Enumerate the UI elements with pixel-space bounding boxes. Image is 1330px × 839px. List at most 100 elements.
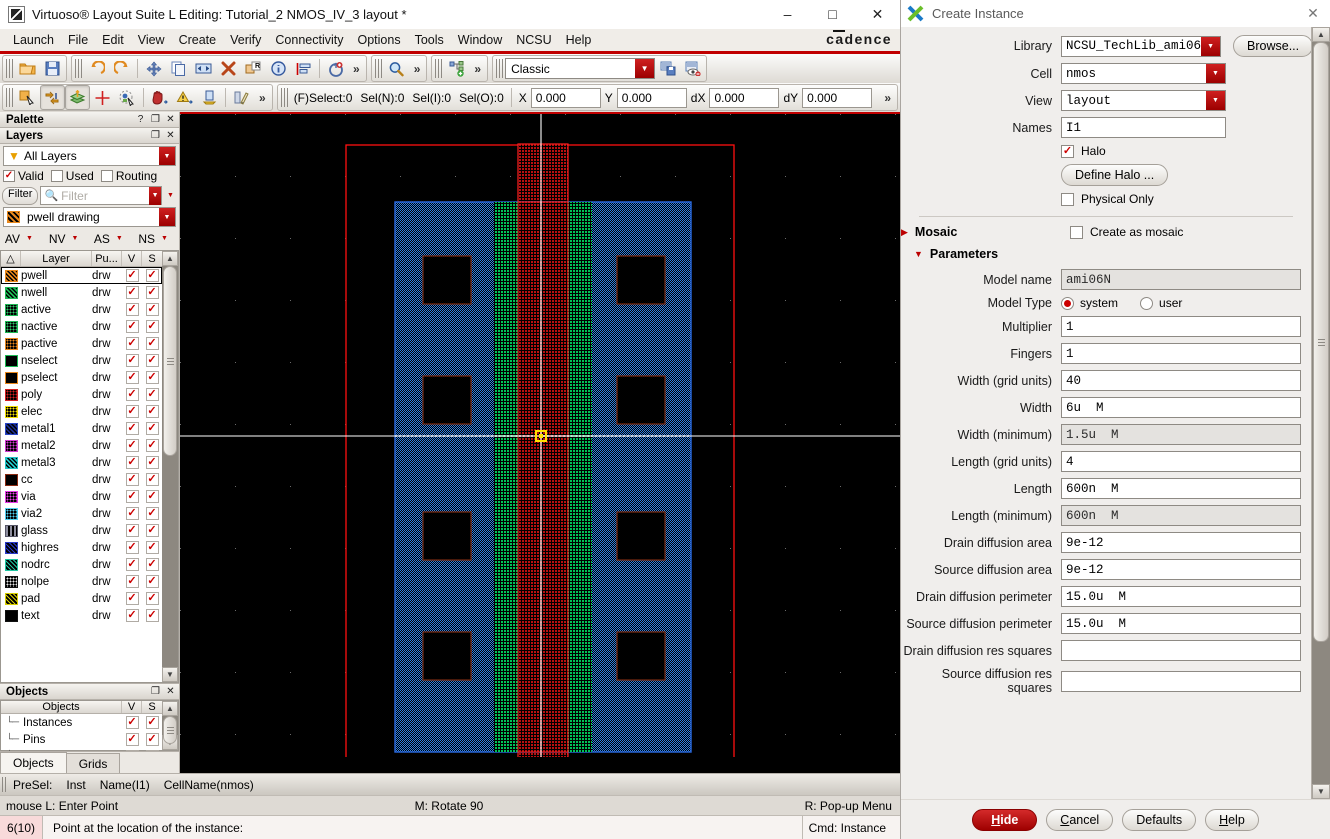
layer-row-glass[interactable]: glass drw ✓ ✓	[1, 522, 162, 539]
object-visible-checkbox[interactable]: ✓	[125, 716, 139, 729]
scroll-up-button[interactable]: ▲	[162, 251, 178, 266]
layer-selectable-checkbox[interactable]: ✓	[145, 558, 159, 571]
column-objects[interactable]: Objects	[1, 701, 122, 713]
hierarchy-overflow-button[interactable]: »	[469, 62, 486, 76]
properties-icon[interactable]	[266, 56, 291, 81]
defaults-button[interactable]: Defaults	[1122, 808, 1197, 831]
palette-help-button[interactable]: ?	[134, 113, 147, 126]
ruler-icon[interactable]	[197, 85, 222, 110]
layer-visible-checkbox[interactable]: ✓	[125, 269, 139, 282]
define-halo-button[interactable]: Define Halo ...	[1061, 164, 1169, 186]
param-input-length[interactable]	[1061, 478, 1301, 499]
av-button[interactable]: AV ▼	[0, 232, 45, 246]
sort-icon[interactable]: △	[1, 251, 21, 266]
edit-in-place-icon[interactable]	[229, 85, 254, 110]
layer-selectable-checkbox[interactable]: ✓	[145, 507, 159, 520]
layer-set-selector[interactable]: ▼ All Layers ▼	[3, 146, 176, 166]
layer-row-pactive[interactable]: pactive drw ✓ ✓	[1, 335, 162, 352]
param-input-width[interactable]	[1061, 397, 1301, 418]
menu-options[interactable]: Options	[350, 31, 407, 49]
layer-visible-checkbox[interactable]: ✓	[125, 456, 139, 469]
layer-row-via2[interactable]: via2 drw ✓ ✓	[1, 505, 162, 522]
layer-visible-checkbox[interactable]: ✓	[125, 388, 139, 401]
coordinate-overflow-button[interactable]: »	[879, 91, 896, 105]
dialog-scroll-thumb[interactable]	[1313, 42, 1329, 642]
y-input[interactable]	[616, 87, 687, 108]
menu-ncsu[interactable]: NCSU	[509, 31, 558, 49]
layer-visible-checkbox[interactable]: ✓	[125, 371, 139, 384]
param-input-drain-diffusion-area[interactable]	[1061, 532, 1301, 553]
edit-toolbar-overflow-button[interactable]: »	[254, 91, 271, 105]
tab-grids[interactable]: Grids	[65, 753, 121, 773]
layer-row-text[interactable]: text drw ✓ ✓	[1, 607, 162, 624]
undo-icon[interactable]	[84, 56, 109, 81]
layer-selectable-checkbox[interactable]: ✓	[145, 592, 159, 605]
workspace-selector[interactable]: Classic ▼	[505, 58, 656, 79]
layer-selectable-checkbox[interactable]: ✓	[145, 286, 159, 299]
toolbar-grip[interactable]	[6, 88, 13, 107]
objects-close-button[interactable]: ✕	[164, 685, 177, 698]
copy-icon[interactable]	[166, 56, 191, 81]
move-icon[interactable]	[141, 56, 166, 81]
physical-only-group[interactable]: Physical Only	[1061, 192, 1154, 206]
layer-visible-checkbox[interactable]: ✓	[125, 507, 139, 520]
layer-visible-checkbox[interactable]: ✓	[125, 320, 139, 333]
halo-checkbox[interactable]: ✓	[1061, 144, 1074, 158]
layer-row-metal3[interactable]: metal3 drw ✓ ✓	[1, 454, 162, 471]
maximize-button[interactable]: □	[810, 0, 855, 29]
object-selectable-checkbox[interactable]: ✓	[145, 733, 159, 746]
menu-create[interactable]: Create	[172, 31, 224, 49]
layer-row-metal2[interactable]: metal2 drw ✓ ✓	[1, 437, 162, 454]
layer-scroll-track[interactable]	[162, 266, 178, 667]
filter-button[interactable]: Filter	[2, 186, 39, 205]
menu-view[interactable]: View	[131, 31, 172, 49]
parameters-section-toggle[interactable]: ▼ Parameters	[914, 247, 1311, 261]
layer-selectable-checkbox[interactable]: ✓	[145, 456, 159, 469]
column-purpose[interactable]: Pu...	[92, 251, 122, 266]
save-icon[interactable]	[40, 56, 65, 81]
layer-row-nselect[interactable]: nselect drw ✓ ✓	[1, 352, 162, 369]
snap-icon[interactable]	[40, 85, 65, 110]
param-input-width-grid-units[interactable]	[1061, 370, 1301, 391]
layer-visible-checkbox[interactable]: ✓	[125, 473, 139, 486]
tab-objects[interactable]: Objects	[0, 752, 67, 773]
mosaic-section-toggle[interactable]: ▶ Mosaic	[901, 225, 1061, 239]
layer-selectable-checkbox[interactable]: ✓	[145, 405, 159, 418]
layer-row-cc[interactable]: cc drw ✓ ✓	[1, 471, 162, 488]
layer-selectable-checkbox[interactable]: ✓	[145, 371, 159, 384]
object-visible-checkbox[interactable]: ✓	[125, 733, 139, 746]
menu-window[interactable]: Window	[451, 31, 509, 49]
undo-selection-icon[interactable]	[323, 56, 348, 81]
layer-row-pselect[interactable]: pselect drw ✓ ✓	[1, 369, 162, 386]
filter-menu-icon[interactable]: ▼	[164, 192, 177, 199]
column-selectable[interactable]: S	[142, 251, 162, 266]
layer-selectable-checkbox[interactable]: ✓	[145, 269, 159, 282]
layer-selectable-checkbox[interactable]: ✓	[145, 541, 159, 554]
layer-selectable-checkbox[interactable]: ✓	[145, 337, 159, 350]
zoom-overflow-button[interactable]: »	[409, 62, 426, 76]
close-button[interactable]: ✕	[855, 0, 900, 29]
dialog-scroll-track[interactable]	[1312, 42, 1330, 784]
layer-visible-checkbox[interactable]: ✓	[125, 405, 139, 418]
layer-visible-checkbox[interactable]: ✓	[125, 558, 139, 571]
status-grip[interactable]	[2, 777, 8, 792]
stretch-icon[interactable]	[191, 56, 216, 81]
names-input[interactable]	[1061, 117, 1226, 138]
chevron-down-icon[interactable]: ▼	[159, 208, 175, 226]
layer-scroll-thumb[interactable]	[163, 266, 177, 456]
layer-selectable-checkbox[interactable]: ✓	[145, 575, 159, 588]
layer-selectable-checkbox[interactable]: ✓	[145, 490, 159, 503]
physical-only-checkbox[interactable]	[1061, 192, 1074, 206]
param-input-source-diffusion-perimeter[interactable]	[1061, 613, 1301, 634]
hierarchy-add-icon[interactable]	[444, 56, 469, 81]
chevron-down-icon[interactable]: ▼	[1206, 64, 1225, 83]
dialog-close-button[interactable]: ✕	[1302, 3, 1324, 25]
layer-row-active[interactable]: active drw ✓ ✓	[1, 301, 162, 318]
layer-visible-checkbox[interactable]: ✓	[125, 575, 139, 588]
param-input-fingers[interactable]	[1061, 343, 1301, 364]
redo-icon[interactable]	[109, 56, 134, 81]
layer-visible-checkbox[interactable]: ✓	[125, 490, 139, 503]
nv-button[interactable]: NV ▼	[45, 232, 90, 246]
hide-button[interactable]: Hide	[972, 808, 1038, 831]
align-icon[interactable]	[291, 56, 316, 81]
